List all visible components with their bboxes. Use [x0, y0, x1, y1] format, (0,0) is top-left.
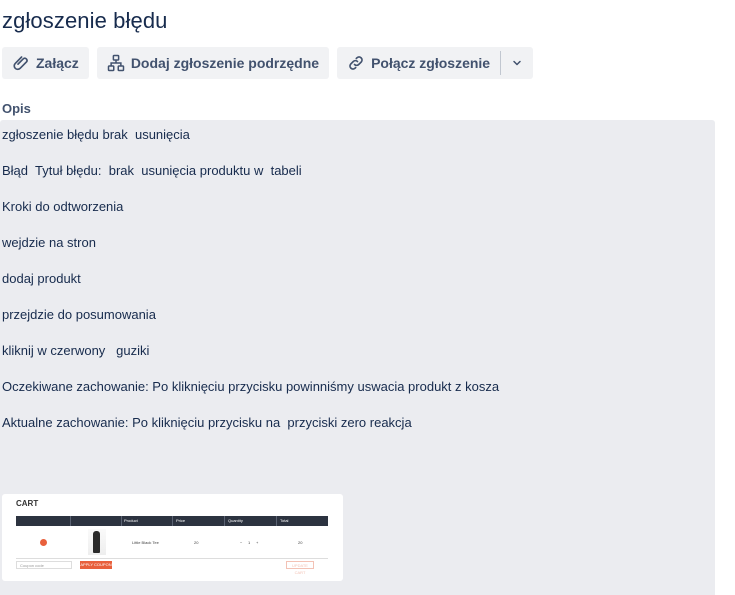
update-cart-button: UPDATE CART: [286, 561, 314, 575]
cart-total: 20: [298, 540, 303, 545]
cart-product-name: Little Black Tee: [132, 540, 159, 545]
issue-title[interactable]: zgłoszenie błędu: [2, 8, 168, 34]
apply-coupon-button: APPLY COUPON: [80, 561, 112, 569]
cart-quantity: 1: [248, 540, 251, 545]
add-child-issue-label: Dodaj zgłoszenie podrzędne: [130, 55, 320, 71]
remove-item-icon: [40, 539, 47, 546]
cart-quantity-plus: +: [256, 540, 259, 545]
header-divider: [224, 516, 225, 526]
cart-quantity-minus: −: [240, 540, 243, 545]
description-line: zgłoszenie błędu brak usunięcia: [2, 127, 190, 142]
description-label: Opis: [2, 101, 31, 116]
coupon-input: Coupon code: [16, 561, 72, 569]
header-divider: [121, 516, 122, 526]
issue-toolbar: Załącz Dodaj zgłoszenie podrzędne Połącz…: [2, 47, 534, 79]
link-issue-button[interactable]: Połącz zgłoszenie: [337, 47, 500, 79]
cart-header-price: Price: [176, 518, 186, 523]
chevron-down-icon: [511, 57, 523, 69]
description-line: kliknij w czerwony guziki: [2, 343, 150, 358]
add-child-issue-button[interactable]: Dodaj zgłoszenie podrzędne: [96, 47, 330, 79]
link-issue-label: Połącz zgłoszenie: [371, 55, 491, 71]
link-options-button[interactable]: [501, 47, 533, 79]
header-divider: [172, 516, 173, 526]
header-divider: [276, 516, 277, 526]
cart-header-quantity: Quantity: [228, 518, 243, 523]
cart-price: 20: [194, 540, 199, 545]
description-line: Kroki do odtworzenia: [2, 199, 124, 214]
attach-button-label: Załącz: [36, 55, 79, 71]
attachment-thumbnail[interactable]: CART Product Price Quantity Total Little…: [2, 494, 343, 581]
description-line: dodaj produkt: [2, 271, 81, 286]
description-line: Błąd Tytuł błędu: brak usunięcia produkt…: [2, 163, 302, 178]
header-divider: [70, 516, 71, 526]
cart-row: Little Black Tee 20 − 1 + 20: [16, 526, 328, 559]
description-line: Aktualne zachowanie: Po kliknięciu przyc…: [2, 415, 412, 430]
product-figure: [93, 531, 100, 553]
paperclip-icon: [12, 54, 30, 72]
cart-header-product: Product: [124, 518, 138, 523]
link-icon: [347, 54, 365, 72]
link-issue-split-button: Połącz zgłoszenie: [337, 47, 534, 79]
cart-table-header: Product Price Quantity Total: [16, 516, 328, 526]
cart-header-total: Total: [280, 518, 289, 523]
description-line: Oczekiwane zachowanie: Po kliknięciu prz…: [2, 379, 500, 394]
cart-title: CART: [16, 499, 39, 508]
attach-button[interactable]: Załącz: [2, 47, 89, 79]
description-line: przejdzie do posumowania: [2, 307, 156, 322]
description-line: wejdzie na stron: [2, 235, 96, 250]
hierarchy-icon: [107, 54, 125, 72]
